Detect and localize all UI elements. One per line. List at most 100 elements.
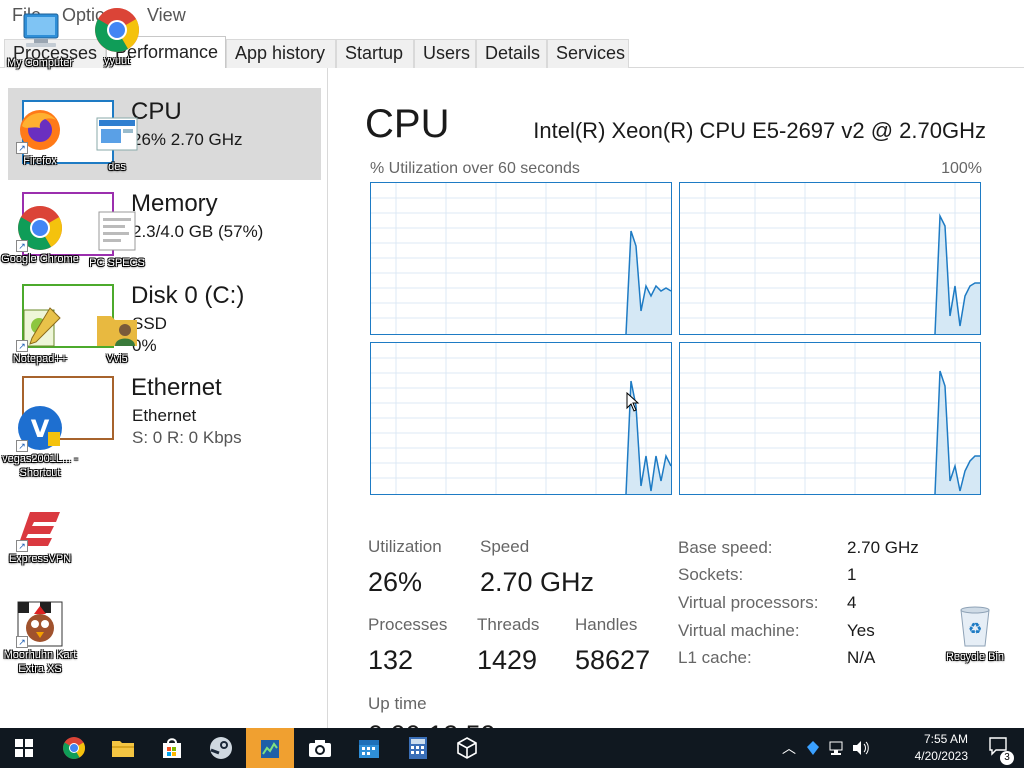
svg-text:V: V — [31, 415, 50, 443]
desktop-icon-label: PC SPECS — [89, 257, 145, 269]
resource-adapter: Ethernet — [132, 406, 197, 425]
volume-icon[interactable] — [852, 740, 870, 756]
taskbar-camera[interactable] — [296, 728, 344, 768]
tab-app-history[interactable]: App history — [226, 39, 336, 68]
tab-startup[interactable]: Startup — [336, 39, 414, 68]
processes-label: Processes — [368, 615, 448, 634]
base-speed-label: Base speed: — [678, 538, 773, 557]
taskbar-file-explorer[interactable] — [99, 728, 147, 768]
desktop-icon-notepad-plus-plus[interactable]: ↗ Notepad++ — [0, 304, 80, 366]
desktop-icon-expressvpn[interactable]: ↗ ExpressVPN — [0, 504, 80, 566]
taskbar-store[interactable] — [148, 728, 196, 768]
recycle-bin-icon: ♻ — [951, 602, 999, 650]
tab-services[interactable]: Services — [547, 39, 629, 68]
tab-details[interactable]: Details — [476, 39, 547, 68]
desktop-icon-label: ExpressVPN — [8, 553, 72, 565]
speed-label: Speed — [480, 537, 530, 556]
taskbar-task-manager[interactable] — [246, 728, 294, 768]
chrome-icon: ↗ — [16, 204, 64, 252]
taskbar-calendar[interactable] — [345, 728, 393, 768]
start-button[interactable] — [0, 728, 48, 768]
desktop-icon-vvi5[interactable]: Vvi5 — [77, 304, 157, 366]
handles-value: 58627 — [575, 645, 651, 675]
processes-value: 132 — [368, 645, 414, 675]
vegas-icon: V ↗ — [16, 404, 64, 452]
network-agent-icon[interactable] — [806, 740, 820, 756]
desktop-icon-google-chrome[interactable]: ↗ Google Chrome — [0, 204, 80, 266]
desktop-icon-label: Moorhuhn Kart Extra XS — [3, 649, 77, 675]
taskbar-calculator[interactable] — [394, 728, 442, 768]
virtual-machine-value: Yes — [847, 621, 875, 640]
graph-caption: % Utilization over 60 seconds — [370, 160, 580, 177]
desktop-icon-des[interactable]: des — [77, 112, 157, 174]
system-clock[interactable]: 7:55 AM 4/20/2023 — [915, 731, 968, 765]
computer-icon — [16, 8, 64, 56]
desktop-icon-pc-specs[interactable]: PC SPECS — [77, 208, 157, 270]
graph-plot — [680, 183, 980, 335]
chrome-icon — [93, 6, 141, 54]
user-folder-icon — [93, 304, 141, 352]
taskbar-chrome[interactable] — [50, 728, 98, 768]
base-speed-value: 2.70 GHz — [847, 538, 919, 557]
taskbar: ︿ 7:55 AM 4/20/2023 3 — [0, 728, 1024, 768]
tab-users[interactable]: Users — [414, 39, 476, 68]
cpu-graph-core-1[interactable] — [679, 182, 981, 335]
shortcut-arrow-icon: ↗ — [16, 142, 28, 154]
graph-plot — [371, 183, 672, 335]
screenshot-file-icon — [93, 112, 141, 160]
cpu-graph-core-2[interactable] — [370, 342, 672, 495]
document-icon — [93, 208, 141, 256]
desktop-icon-label: Notepad++ — [12, 353, 68, 365]
desktop-icon-moorhuhn[interactable]: ↗ Moorhuhn Kart Extra XS — [0, 600, 80, 676]
sockets-label: Sockets: — [678, 565, 744, 584]
desktop-icon-my-computer[interactable]: My Computer — [0, 8, 80, 70]
sockets-value: 1 — [847, 565, 857, 584]
utilization-label: Utilization — [368, 537, 442, 556]
action-center-button[interactable]: 3 — [988, 736, 1014, 765]
expressvpn-icon: ↗ — [16, 504, 64, 552]
desktop-icon-firefox[interactable]: ↗ Firefox — [0, 106, 80, 168]
uptime-label: Up time — [368, 694, 427, 713]
resource-throughput: S: 0 R: 0 Kbps — [132, 428, 242, 447]
threads-value: 1429 — [477, 645, 538, 675]
virtual-machine-label: Virtual machine: — [678, 621, 800, 640]
desktop-icon-label: My Computer — [6, 57, 74, 69]
taskbar-3d-viewer[interactable] — [443, 728, 491, 768]
handles-label: Handles — [575, 615, 638, 634]
cpu-graph-core-0[interactable] — [370, 182, 672, 335]
threads-label: Threads — [477, 615, 540, 634]
graph-plot — [680, 343, 980, 495]
cpu-graph-core-3[interactable] — [679, 342, 981, 495]
desktop-icon-yyuut[interactable]: yyuut — [77, 6, 157, 68]
folder-icon — [112, 741, 134, 757]
virtual-processors-label: Virtual processors: — [678, 593, 819, 612]
calendar-icon — [359, 740, 379, 758]
camera-icon — [309, 740, 331, 757]
mouse-cursor-icon — [626, 391, 640, 417]
desktop-icon-label: Recycle Bin — [945, 651, 1005, 663]
desktop-icon-recycle-bin[interactable]: ♻ Recycle Bin — [935, 602, 1015, 664]
notification-count-badge: 3 — [1000, 751, 1014, 765]
ethernet-icon[interactable] — [828, 740, 844, 756]
moorhuhn-icon: ↗ — [16, 600, 64, 648]
virtual-processors-value: 4 — [847, 593, 857, 612]
desktop-icon-vegas[interactable]: V ↗ vegas2001L... - Shortcut — [0, 404, 80, 480]
desktop-icon-label: vegas2001L... - Shortcut — [2, 453, 78, 479]
page-title: CPU — [365, 102, 450, 146]
chevron-up-icon[interactable]: ︿ — [782, 738, 796, 758]
shortcut-arrow-icon: ↗ — [16, 540, 28, 552]
desktop-icon-label: Firefox — [23, 155, 57, 167]
cube-icon — [457, 737, 477, 759]
clock-date: 4/20/2023 — [914, 749, 968, 763]
graph-plot — [371, 343, 672, 495]
taskbar-steam[interactable] — [197, 728, 245, 768]
utilization-value: 26% — [368, 567, 423, 597]
notepad-plus-plus-icon: ↗ — [16, 304, 64, 352]
desktop-icon-label: des — [108, 161, 126, 173]
steam-icon — [210, 737, 232, 759]
svg-text:♻: ♻ — [968, 619, 982, 638]
firefox-icon: ↗ — [16, 106, 64, 154]
speed-value: 2.70 GHz — [480, 567, 595, 597]
cpu-model-name: Intel(R) Xeon(R) CPU E5-2697 v2 @ 2.70GH… — [533, 118, 986, 143]
desktop-icon-label: yyuut — [103, 55, 131, 67]
